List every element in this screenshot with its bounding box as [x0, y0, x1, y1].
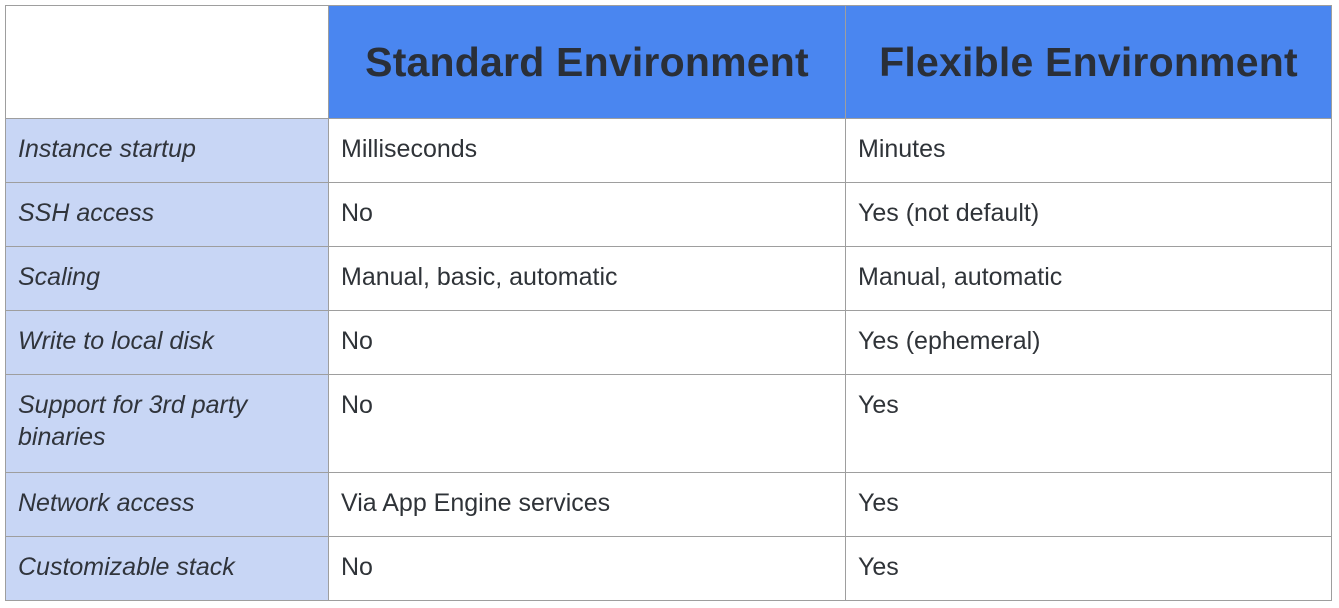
row-label: Instance startup [5, 118, 329, 183]
table-row: SSH access No Yes (not default) [5, 182, 1332, 247]
table-row: Support for 3rd party binaries No Yes [5, 374, 1332, 473]
flexible-value: Yes (ephemeral) [845, 310, 1332, 375]
flexible-value: Yes [845, 536, 1332, 601]
comparison-table-container: Standard Environment Flexible Environmen… [5, 5, 1332, 601]
row-label: SSH access [5, 182, 329, 247]
row-label: Support for 3rd party binaries [5, 374, 329, 473]
row-label: Scaling [5, 246, 329, 311]
table-row: Instance startup Milliseconds Minutes [5, 118, 1332, 183]
flexible-value: Yes [845, 472, 1332, 537]
table-row: Customizable stack No Yes [5, 536, 1332, 601]
header-row: Standard Environment Flexible Environmen… [5, 5, 1332, 119]
table-row: Scaling Manual, basic, automatic Manual,… [5, 246, 1332, 311]
standard-value: Milliseconds [328, 118, 846, 183]
environment-comparison-table: Standard Environment Flexible Environmen… [5, 5, 1332, 601]
standard-value: Via App Engine services [328, 472, 846, 537]
header-corner-cell [5, 5, 329, 119]
table-row: Write to local disk No Yes (ephemeral) [5, 310, 1332, 375]
header-standard-environment: Standard Environment [328, 5, 846, 119]
row-label: Customizable stack [5, 536, 329, 601]
standard-value: No [328, 536, 846, 601]
flexible-value: Minutes [845, 118, 1332, 183]
flexible-value: Manual, automatic [845, 246, 1332, 311]
row-label: Network access [5, 472, 329, 537]
table-row: Network access Via App Engine services Y… [5, 472, 1332, 537]
flexible-value: Yes [845, 374, 1332, 473]
flexible-value: Yes (not default) [845, 182, 1332, 247]
row-label: Write to local disk [5, 310, 329, 375]
header-flexible-environment: Flexible Environment [845, 5, 1332, 119]
standard-value: Manual, basic, automatic [328, 246, 846, 311]
standard-value: No [328, 182, 846, 247]
standard-value: No [328, 310, 846, 375]
standard-value: No [328, 374, 846, 473]
